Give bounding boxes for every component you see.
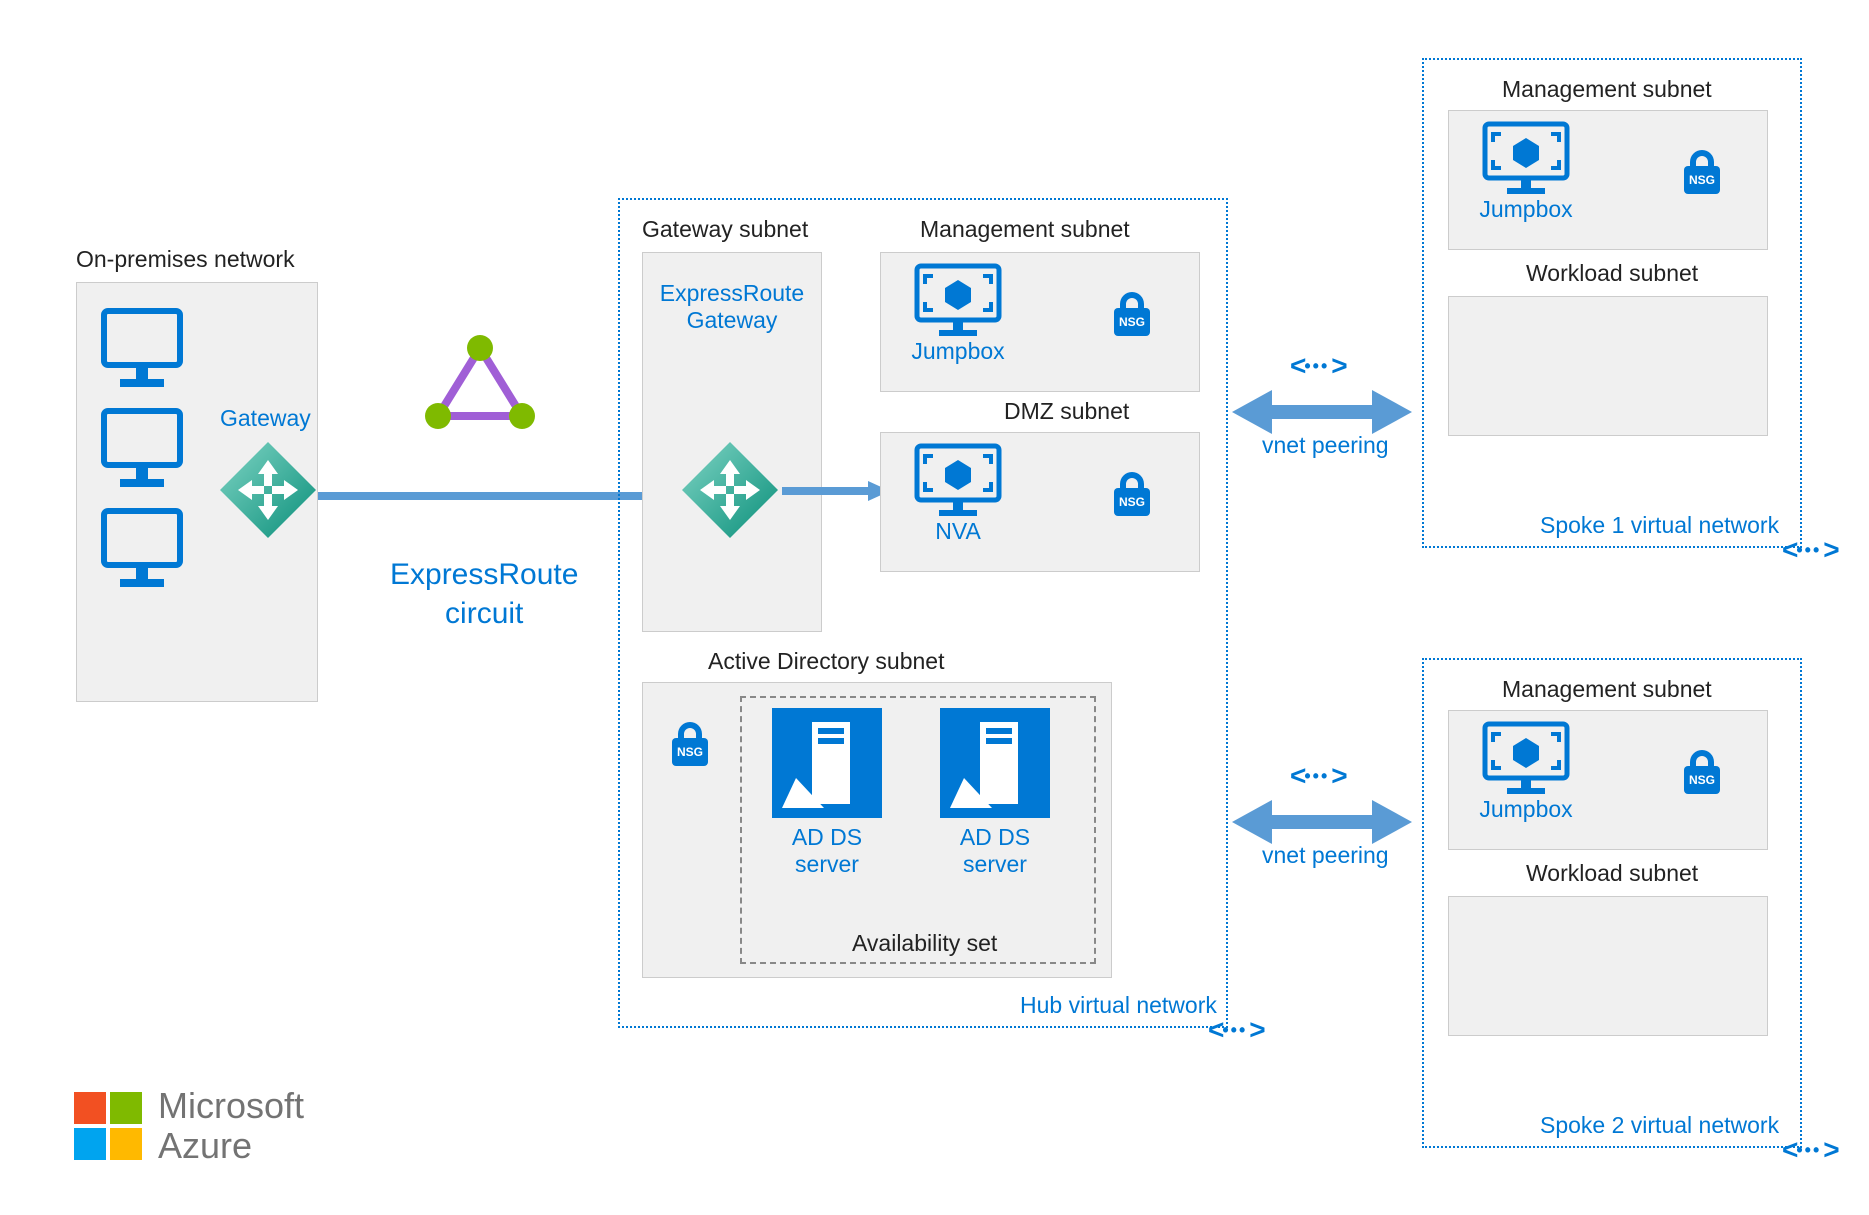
ad-server-2-label: AD DS server — [960, 824, 1030, 878]
peering-1-label: vnet peering — [1262, 432, 1389, 459]
ms-logo-icon — [74, 1092, 142, 1160]
ad-nsg-icon: NSG — [666, 712, 714, 768]
er-gateway-label: ExpressRoute Gateway — [658, 280, 806, 334]
hub-nva: NVA — [898, 442, 1018, 545]
spoke1-workload-title: Workload subnet — [1526, 260, 1698, 287]
spoke2-title: Spoke 2 virtual network — [1540, 1112, 1779, 1139]
spoke2-peering-icon: <•••> — [1782, 1134, 1836, 1166]
ad-subnet-title: Active Directory subnet — [708, 648, 944, 675]
spoke2-mgmt-title: Management subnet — [1502, 676, 1712, 703]
monitor-icon — [98, 505, 186, 593]
expressroute-triangle-icon — [420, 330, 540, 440]
ad-server-1-label: AD DS server — [792, 824, 862, 878]
spoke2-workload-box — [1448, 896, 1768, 1036]
brand-line1: Microsoft — [158, 1086, 304, 1126]
spoke1-nsg-icon: NSG — [1678, 140, 1726, 196]
ad-server-2: AD DS server — [930, 708, 1060, 878]
spoke1-jumpbox: Jumpbox — [1466, 120, 1586, 223]
brand-line2: Azure — [158, 1126, 304, 1166]
jumpbox-icon — [1481, 720, 1571, 796]
nva-icon — [913, 442, 1003, 518]
hub-mgmt-title: Management subnet — [920, 216, 1130, 243]
gateway-subnet-title: Gateway subnet — [642, 216, 808, 243]
nsg-text: NSG — [1119, 315, 1145, 329]
peering-1-line — [1266, 405, 1378, 419]
peering-1-icon: <•••> — [1290, 350, 1344, 382]
spoke1-mgmt-title: Management subnet — [1502, 76, 1712, 103]
nva-label: NVA — [935, 518, 981, 545]
spoke1-title: Spoke 1 virtual network — [1540, 512, 1779, 539]
hub-internal-arrow-line — [782, 487, 872, 495]
azure-logo: Microsoft Azure — [74, 1086, 304, 1165]
nsg-text: NSG — [1689, 773, 1715, 787]
spoke1-jumpbox-label: Jumpbox — [1479, 196, 1572, 223]
spoke2-jumpbox: Jumpbox — [1466, 720, 1586, 823]
er-gateway-icon — [680, 440, 780, 540]
spoke2-workload-title: Workload subnet — [1526, 860, 1698, 887]
server-icon — [940, 708, 1050, 818]
jumpbox-icon — [1481, 120, 1571, 196]
hub-jumpbox: Jumpbox — [898, 262, 1018, 365]
availability-set-label: Availability set — [852, 930, 997, 957]
spoke2-nsg-icon: NSG — [1678, 740, 1726, 796]
peering-2-line — [1266, 815, 1378, 829]
ad-server-1: AD DS server — [762, 708, 892, 878]
gateway-icon — [218, 440, 318, 540]
nsg-text: NSG — [1689, 173, 1715, 187]
dmz-nsg-icon: NSG — [1108, 462, 1156, 518]
peering-2-right — [1372, 800, 1412, 844]
jumpbox-icon — [913, 262, 1003, 338]
circuit-label: ExpressRoute circuit — [390, 555, 578, 633]
hub-jumpbox-label: Jumpbox — [911, 338, 1004, 365]
server-icon — [772, 708, 882, 818]
peering-1-right — [1372, 390, 1412, 434]
monitor-icon — [98, 405, 186, 493]
onprem-title: On-premises network — [76, 246, 295, 273]
peering-2-left — [1232, 800, 1272, 844]
hub-vnet-title: Hub virtual network — [1020, 992, 1217, 1019]
peering-1-left — [1232, 390, 1272, 434]
hub-vnet-peering-icon: <•••> — [1208, 1014, 1262, 1046]
hub-mgmt-nsg-icon: NSG — [1108, 282, 1156, 338]
spoke1-peering-icon: <•••> — [1782, 534, 1836, 566]
peering-2-label: vnet peering — [1262, 842, 1389, 869]
spoke2-jumpbox-label: Jumpbox — [1479, 796, 1572, 823]
nsg-text: NSG — [677, 745, 703, 759]
dmz-title: DMZ subnet — [1004, 398, 1129, 425]
onprem-monitors — [98, 305, 186, 593]
spoke1-workload-box — [1448, 296, 1768, 436]
monitor-icon — [98, 305, 186, 393]
nsg-text: NSG — [1119, 495, 1145, 509]
onprem-gateway-label: Gateway — [220, 405, 311, 432]
peering-2-icon: <•••> — [1290, 760, 1344, 792]
